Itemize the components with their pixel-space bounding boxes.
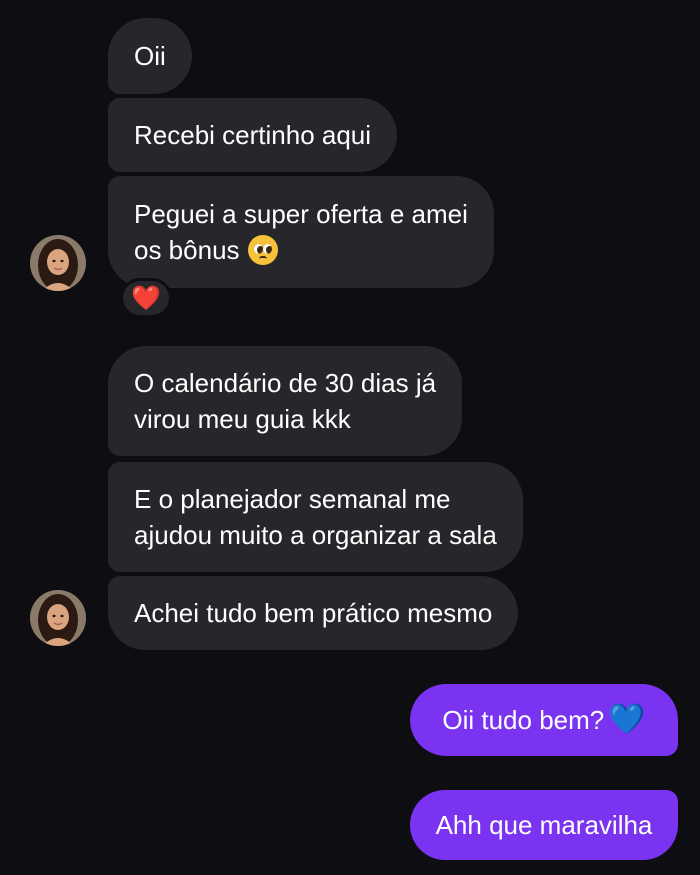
message-bubble-outgoing[interactable]: Ahh que maravilha xyxy=(410,790,678,860)
contact-avatar[interactable] xyxy=(30,590,86,646)
pleading-face-emoji-icon xyxy=(247,235,278,265)
message-text-line: O calendário de 30 dias já xyxy=(134,368,437,398)
message-bubble-incoming[interactable]: E o planejador semanal me ajudou muito a… xyxy=(108,462,523,572)
message-text-line: virou meu guia kkk xyxy=(134,404,351,434)
message-text: Oii xyxy=(134,41,166,71)
message-text-line: E o planejador semanal me xyxy=(134,484,451,514)
message-text: Ahh que maravilha xyxy=(435,810,653,840)
message-text: Oii tudo bem? xyxy=(442,705,605,735)
heart-reaction-icon[interactable]: ❤️ xyxy=(120,278,172,318)
blue-heart-emoji-icon: 💙 xyxy=(608,703,646,736)
avatar-photo-icon xyxy=(30,590,86,646)
message-bubble-incoming[interactable]: Achei tudo bem prático mesmo xyxy=(108,576,519,650)
avatar-photo-icon xyxy=(30,235,86,291)
message-bubble-incoming[interactable]: Recebi certinho aqui xyxy=(108,98,398,172)
message-text-line: os bônus xyxy=(134,235,240,265)
contact-avatar[interactable] xyxy=(30,235,86,291)
message-text: Achei tudo bem prático mesmo xyxy=(134,598,493,628)
message-text: Recebi certinho aqui xyxy=(134,120,372,150)
message-bubble-incoming[interactable]: Peguei a super oferta e amei os bônus xyxy=(108,176,494,288)
message-bubble-incoming[interactable]: O calendário de 30 dias já virou meu gui… xyxy=(108,346,463,456)
message-bubble-outgoing[interactable]: Oii tudo bem? 💙 xyxy=(410,684,678,756)
message-text-line: Peguei a super oferta e amei xyxy=(134,199,468,229)
reaction-emoji: ❤️ xyxy=(131,284,161,312)
message-text-line: ajudou muito a organizar a sala xyxy=(134,520,497,550)
message-bubble-incoming[interactable]: Oii xyxy=(108,18,192,94)
